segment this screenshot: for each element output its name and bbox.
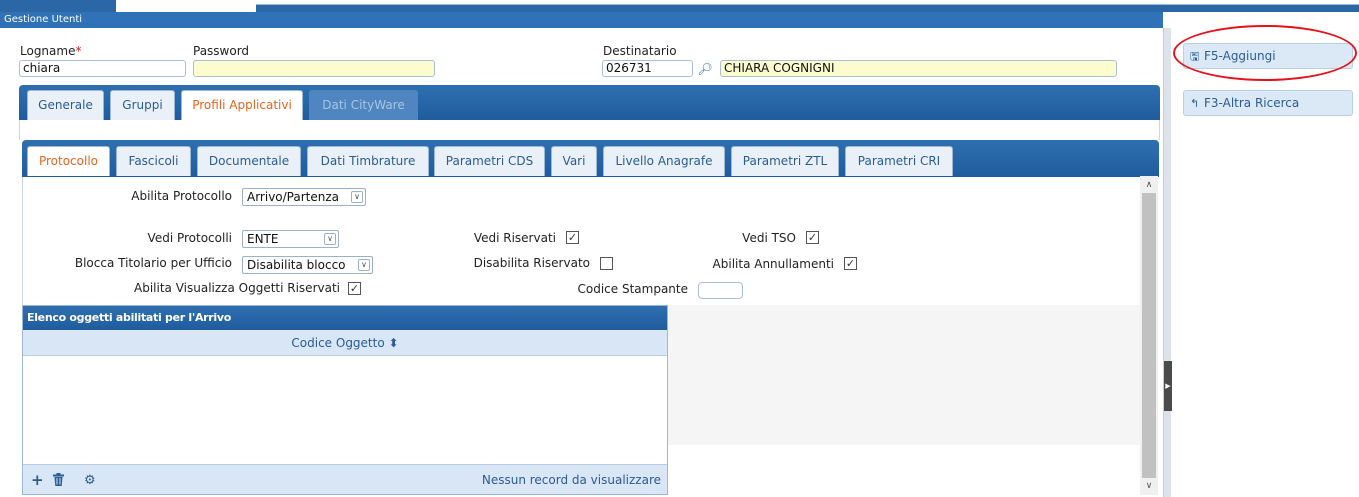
abilita-protocollo-label: Abilita Protocollo: [131, 189, 232, 203]
tab-profili-applicativi[interactable]: Profili Applicativi: [181, 90, 303, 120]
destinatario-name-input[interactable]: CHIARA COGNIGNI: [720, 60, 1117, 77]
vedi-riservati-checkbox[interactable]: ✓: [566, 231, 579, 244]
altra-ricerca-button[interactable]: ↰ F3-Altra Ricerca: [1183, 90, 1353, 116]
destinatario-code-input[interactable]: 026731: [602, 60, 693, 77]
abilita-visualizza-label: Abilita Visualizza Oggetti Riservati: [134, 281, 340, 295]
tab-parametri-cri[interactable]: Parametri CRI: [845, 146, 953, 176]
plus-icon[interactable]: +: [31, 471, 44, 489]
tab-livello-anagrafe[interactable]: Livello Anagrafe: [603, 146, 725, 176]
top-bar-line: [256, 4, 1359, 12]
required-mark: *: [75, 44, 82, 58]
blocca-titolario-select[interactable]: Disabilita blocco ∨: [242, 256, 373, 274]
vedi-tso-checkbox[interactable]: ✓: [806, 231, 819, 244]
vedi-riservati-label: Vedi Riservati: [473, 231, 556, 245]
vedi-protocolli-select[interactable]: ENTE ∨: [242, 230, 339, 248]
top-strip: [0, 0, 1359, 12]
oggetti-grid: Elenco oggetti abilitati per l'Arrivo Co…: [22, 305, 668, 495]
tab-dati-cityware[interactable]: Dati CityWare: [309, 90, 418, 120]
content-scrollbar[interactable]: ∧ ∨: [1140, 176, 1158, 495]
highlight-circle: [1173, 25, 1357, 81]
search-icon[interactable]: 🔎︎: [695, 61, 715, 77]
back-arrow-icon: ↰: [1190, 97, 1200, 110]
scroll-up-icon[interactable]: ∧: [1140, 178, 1158, 192]
codice-stampante-input[interactable]: [698, 282, 743, 299]
scroll-down-icon[interactable]: ∨: [1140, 479, 1158, 493]
tab-parametri-ztl[interactable]: Parametri ZTL: [731, 146, 839, 176]
password-label: Password: [193, 44, 250, 58]
destinatario-label: Destinatario: [603, 44, 677, 58]
tab-generale[interactable]: Generale: [27, 90, 104, 120]
tab-dati-timbrature[interactable]: Dati Timbrature: [307, 146, 429, 176]
abilita-visualizza-checkbox[interactable]: ✓: [348, 282, 361, 295]
disabilita-riservato-label: Disabilita Riservato: [473, 256, 590, 270]
empty-message: Nessun record da visualizzare: [481, 473, 661, 487]
tab-parametri-cds[interactable]: Parametri CDS: [434, 146, 545, 176]
abilita-annullamenti-label: Abilita Annullamenti: [712, 257, 834, 271]
scroll-thumb[interactable]: [1142, 193, 1156, 478]
blocca-titolario-label: Blocca Titolario per Ufficio: [74, 256, 232, 270]
chevron-down-icon: ∨: [324, 233, 336, 245]
chevron-down-icon: ∨: [351, 191, 363, 203]
password-input[interactable]: [193, 60, 435, 77]
tab-vari[interactable]: Vari: [551, 146, 597, 176]
tab-fascicoli[interactable]: Fascicoli: [116, 146, 191, 176]
disabilita-riservato-checkbox[interactable]: [600, 257, 613, 270]
abilita-protocollo-select[interactable]: Arrivo/Partenza ∨: [242, 188, 366, 206]
tab-gruppi[interactable]: Gruppi: [110, 90, 175, 120]
window-tab[interactable]: [0, 0, 116, 12]
panel-splitter[interactable]: ▶: [1163, 28, 1172, 497]
logname-input[interactable]: chiara: [19, 60, 186, 77]
grid-body: [23, 356, 667, 464]
abilita-annullamenti-checkbox[interactable]: ✓: [844, 257, 857, 270]
chevron-down-icon: ∨: [358, 259, 370, 271]
tab-documentale[interactable]: Documentale: [197, 146, 301, 176]
gear-icon[interactable]: ⚙: [84, 473, 96, 488]
vedi-tso-label: Vedi TSO: [742, 231, 796, 245]
tab-protocollo[interactable]: Protocollo: [27, 146, 110, 176]
codice-stampante-label: Codice Stampante: [577, 282, 689, 296]
collapse-arrow-icon[interactable]: ▶: [1164, 361, 1172, 411]
logname-label: Logname*: [20, 44, 82, 58]
trash-icon[interactable]: [53, 473, 64, 490]
grid-footer: + ⚙ Nessun record da visualizzare: [23, 464, 667, 494]
grid-title: Elenco oggetti abilitati per l'Arrivo: [23, 306, 667, 330]
sort-icon[interactable]: ⬍: [389, 336, 399, 350]
vedi-protocolli-label: Vedi Protocolli: [147, 231, 232, 245]
column-header-codice-oggetto[interactable]: Codice Oggetto ⬍: [23, 330, 667, 356]
content-background: [668, 305, 1140, 445]
window-title: Gestione Utenti: [0, 12, 1163, 28]
